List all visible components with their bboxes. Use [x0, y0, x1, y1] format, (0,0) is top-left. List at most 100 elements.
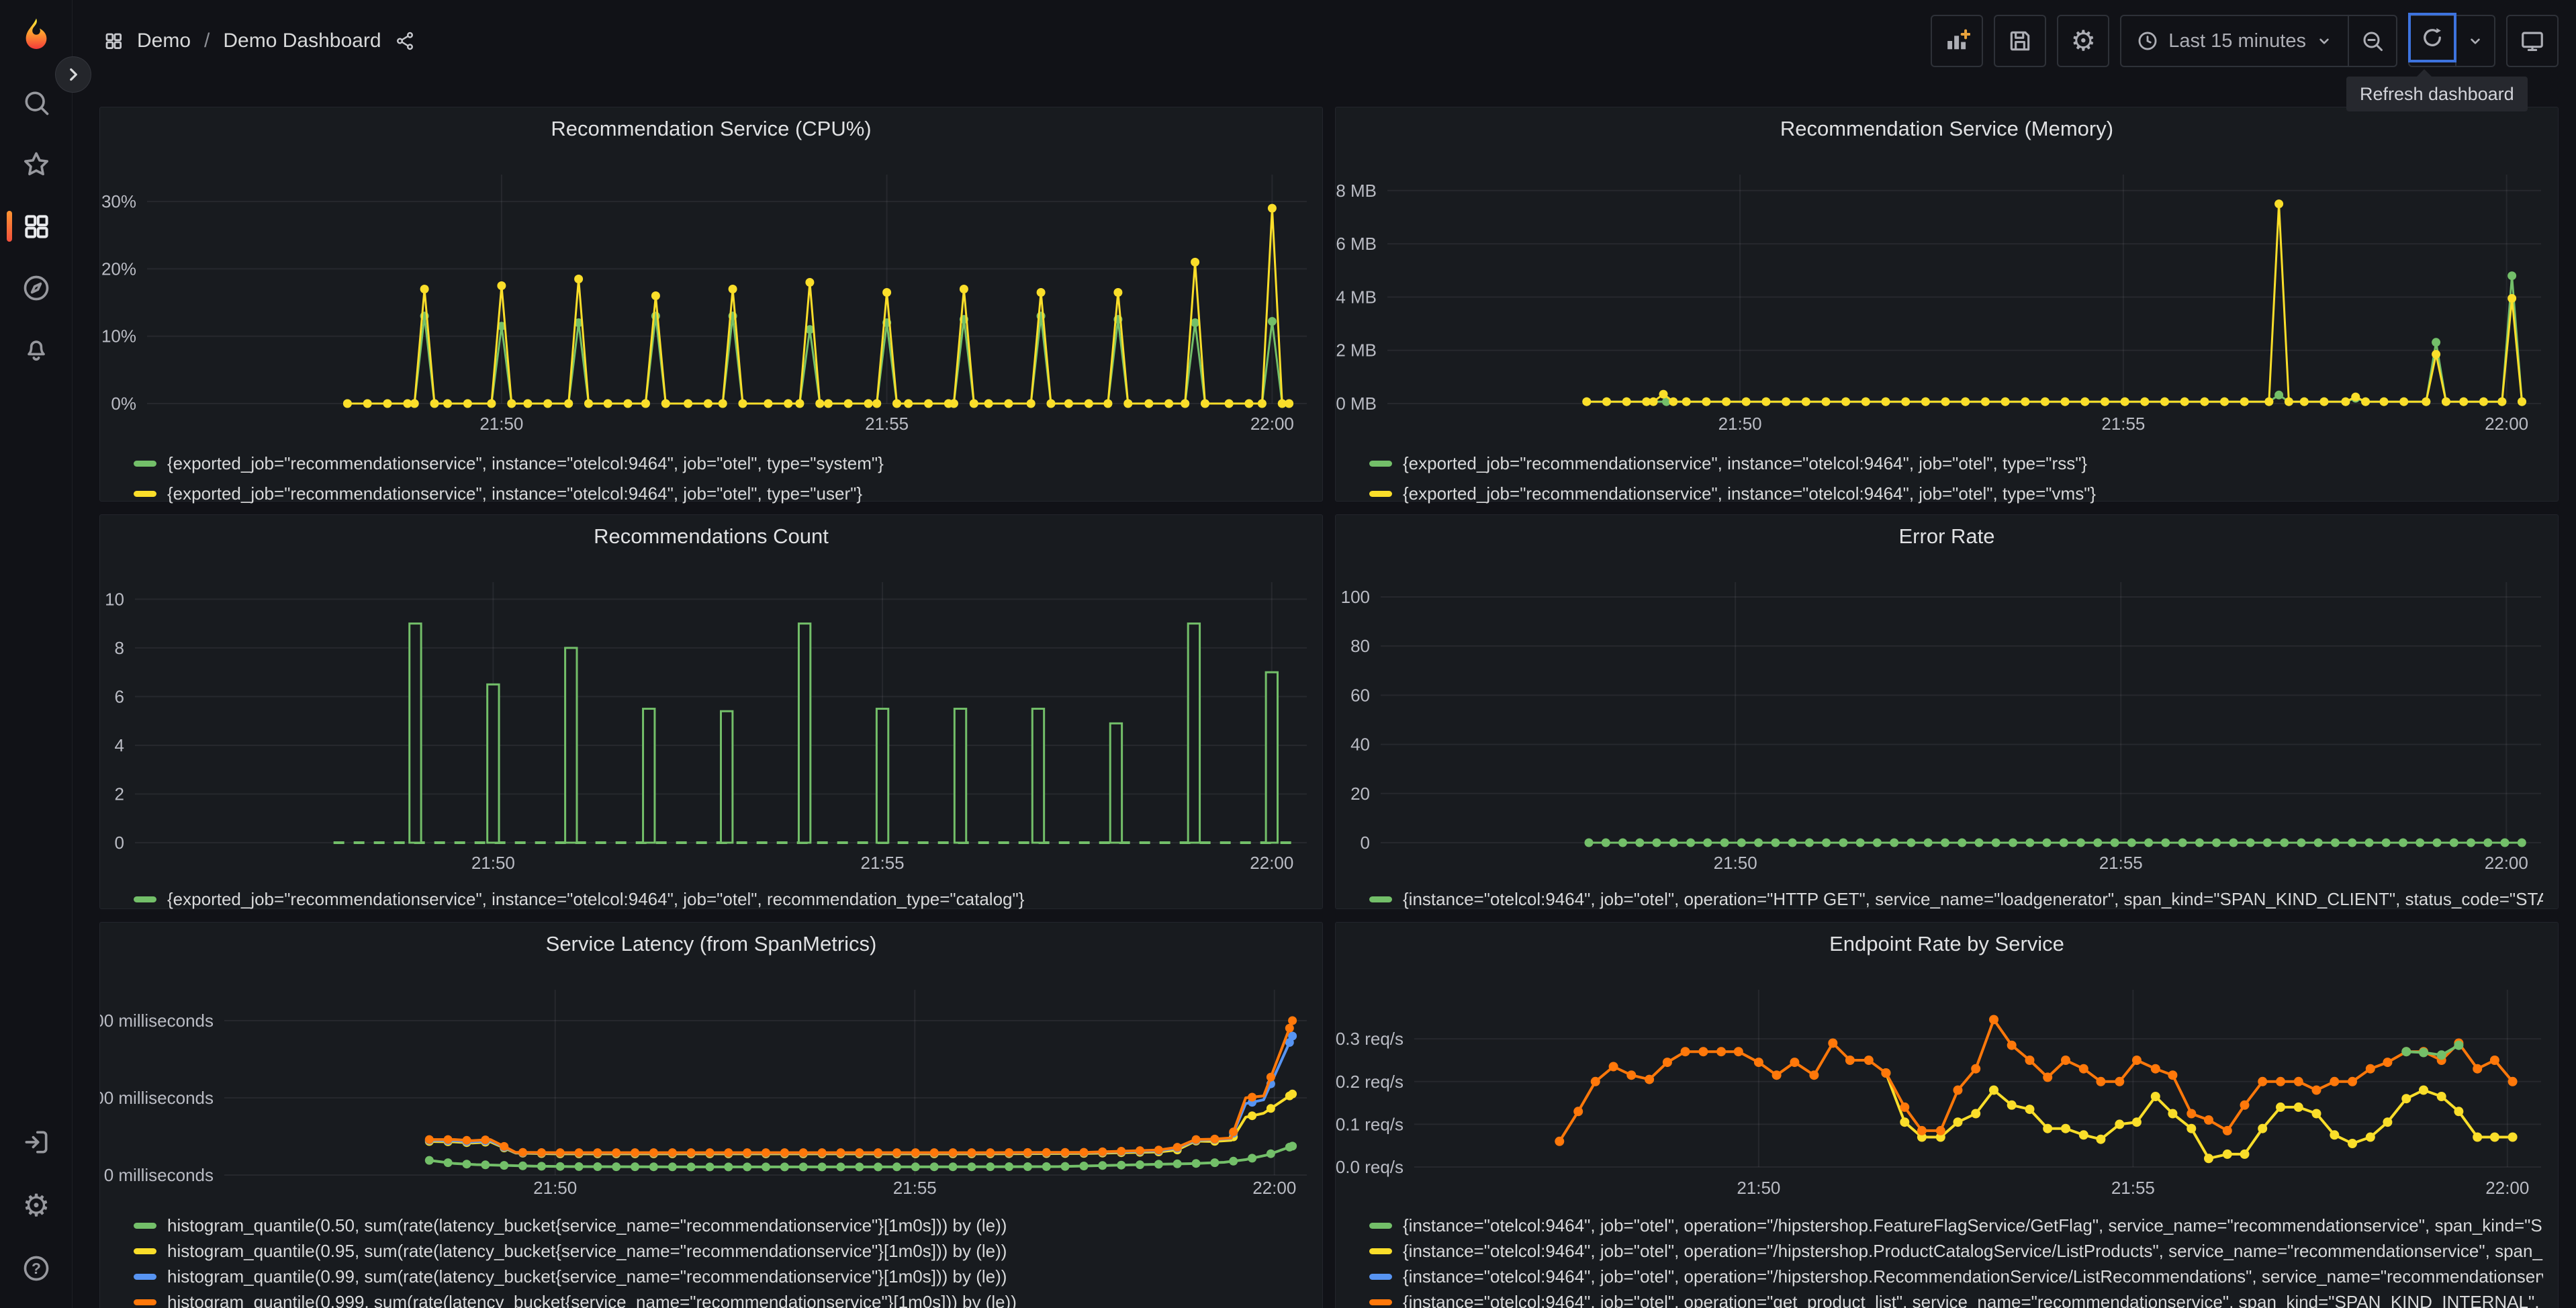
svg-text:60: 60	[1350, 685, 1370, 705]
dashboards-grid-icon	[105, 33, 122, 49]
svg-text:0.1 req/s: 0.1 req/s	[1336, 1114, 1404, 1134]
legend-item[interactable]: {exported_job="recommendationservice", i…	[134, 884, 1307, 915]
svg-text:21:50: 21:50	[1718, 414, 1762, 434]
legend-label: {instance="otelcol:9464", job="otel", op…	[1403, 1291, 2543, 1308]
grafana-logo-icon[interactable]	[19, 15, 54, 52]
legend-item[interactable]: histogram_quantile(0.999, sum(rate(laten…	[134, 1289, 1307, 1308]
legend-swatch	[1369, 896, 1392, 902]
sidebar-item-starred[interactable]	[21, 149, 52, 180]
tv-kiosk-mode-button[interactable]	[2506, 15, 2559, 67]
legend-item[interactable]: {instance="otelcol:9464", job="otel", op…	[1369, 1264, 2543, 1289]
svg-text:20%: 20%	[101, 259, 136, 279]
svg-text:2 MB: 2 MB	[1336, 340, 1377, 361]
legend-item[interactable]: {exported_job="recommendationservice", i…	[134, 479, 1307, 509]
legend-item[interactable]: {exported_job="recommendationservice", i…	[134, 449, 1307, 479]
legend-swatch	[1369, 1273, 1392, 1280]
star-icon	[24, 152, 48, 176]
breadcrumb-separator: /	[204, 30, 210, 52]
svg-text:22:00: 22:00	[1250, 853, 1293, 873]
legend-swatch	[1369, 461, 1392, 467]
sidebar-item-search[interactable]	[21, 87, 52, 118]
breadcrumb-page-title: Demo Dashboard	[223, 30, 381, 52]
breadcrumb-section[interactable]: Demo	[137, 30, 191, 52]
legend-label: {instance="otelcol:9464", job="otel", op…	[1403, 1240, 2543, 1261]
svg-text:21:50: 21:50	[1737, 1178, 1780, 1198]
dashboards-grid-icon	[25, 215, 48, 238]
legend-swatch	[1369, 1248, 1392, 1254]
svg-text:21:55: 21:55	[865, 414, 909, 434]
legend-item[interactable]: {instance="otelcol:9464", job="otel", op…	[1369, 1289, 2543, 1308]
panel-chart[interactable]: 0% 10% 20% 30% 21:50 21:55 22:00	[100, 107, 1324, 502]
legend-item[interactable]: {instance="otelcol:9464", job="otel", op…	[1369, 1238, 2543, 1264]
legend-item[interactable]: {instance="otelcol:9464", job="otel", op…	[1369, 1213, 2543, 1238]
svg-text:0%: 0%	[111, 393, 136, 414]
help-circle-icon: ?	[24, 1256, 49, 1281]
share-icon[interactable]	[395, 31, 415, 51]
sidebar-item-alerting[interactable]	[21, 334, 52, 365]
legend-item[interactable]: {exported_job="recommendationservice", i…	[1369, 479, 2543, 509]
legend-swatch	[134, 1222, 156, 1229]
svg-text:0 MB: 0 MB	[1336, 393, 1377, 414]
dashboard-settings-button[interactable]: ⚙	[2057, 15, 2110, 67]
svg-text:20: 20	[1350, 784, 1370, 804]
time-range-label: Last 15 minutes	[2168, 30, 2306, 52]
panel-chart[interactable]: 0 20 40 60 80 100 21:50 21:55 22:00	[1336, 515, 2559, 910]
svg-text:0: 0	[1361, 833, 1370, 853]
sidebar-bottom: ⚙ ?	[0, 1127, 73, 1284]
chart-grid	[1387, 175, 2541, 404]
panel-legend: histogram_quantile(0.50, sum(rate(latenc…	[134, 1213, 1307, 1308]
chart-series	[1555, 1015, 2518, 1146]
breadcrumb: Demo / Demo Dashboard	[103, 30, 415, 52]
sign-in-icon	[25, 1131, 48, 1154]
svg-text:6 MB: 6 MB	[1336, 234, 1377, 254]
chevron-down-icon	[2471, 38, 2480, 44]
gear-icon: ⚙	[22, 1188, 50, 1223]
refresh-dashboard-button[interactable]	[2408, 13, 2456, 62]
zoom-out-icon	[2363, 32, 2383, 51]
dashboard-panel: Endpoint Rate by Service 0.0 req/s 0.1 req…	[1335, 922, 2559, 1308]
chevron-down-icon	[2319, 38, 2329, 44]
sidebar-item-help[interactable]: ?	[21, 1253, 52, 1284]
legend-item[interactable]: histogram_quantile(0.95, sum(rate(latenc…	[134, 1238, 1307, 1264]
add-panel-button[interactable]	[1931, 15, 1984, 67]
sidebar-item-dashboards[interactable]	[7, 211, 52, 242]
legend-label: {instance="otelcol:9464", job="otel", op…	[1403, 889, 2543, 909]
chart-grid	[1381, 582, 2541, 843]
svg-text:21:55: 21:55	[861, 853, 905, 873]
svg-text:21:50: 21:50	[479, 414, 523, 434]
save-icon	[2011, 31, 2030, 51]
tooltip-text: Refresh dashboard	[2360, 83, 2514, 104]
legend-item[interactable]: histogram_quantile(0.99, sum(rate(latenc…	[134, 1264, 1307, 1289]
svg-text:10: 10	[105, 589, 124, 609]
svg-text:?: ?	[32, 1260, 41, 1277]
zoom-out-time-button[interactable]	[2348, 16, 2396, 66]
legend-label: histogram_quantile(0.50, sum(rate(latenc…	[167, 1215, 1007, 1235]
refresh-interval-dropdown[interactable]	[2455, 16, 2494, 66]
refresh-icon	[2424, 28, 2441, 46]
legend-item[interactable]: {instance="otelcol:9464", job="otel", op…	[1369, 884, 2543, 915]
save-dashboard-button[interactable]	[1994, 15, 2047, 67]
legend-label: histogram_quantile(0.999, sum(rate(laten…	[167, 1291, 1017, 1308]
legend-item[interactable]: histogram_quantile(0.50, sum(rate(latenc…	[134, 1213, 1307, 1238]
chart-series	[333, 622, 1295, 844]
legend-item[interactable]: {exported_job="recommendationservice", i…	[1369, 449, 2543, 479]
legend-swatch	[134, 1248, 156, 1254]
svg-text:22:00: 22:00	[2485, 853, 2528, 873]
panel-legend: {exported_job="recommendationservice", i…	[1369, 449, 2543, 509]
sidebar-expand-button[interactable]	[55, 56, 91, 93]
svg-text:100: 100	[1341, 587, 1370, 607]
sidebar-item-settings[interactable]: ⚙	[21, 1190, 52, 1221]
svg-text:80: 80	[1350, 636, 1370, 656]
svg-text:22:00: 22:00	[2485, 414, 2528, 434]
svg-text:8: 8	[115, 638, 124, 658]
sidebar-item-sign-in[interactable]	[21, 1127, 52, 1158]
sidebar-nav	[0, 87, 73, 365]
axis-labels: 0% 10% 20% 30% 21:50 21:55 22:00	[101, 191, 1294, 434]
search-icon	[25, 91, 49, 115]
panel-chart[interactable]: 0 2 4 6 8 10 21:50 21:55 22:00	[100, 515, 1324, 910]
svg-text:400 milliseconds: 400 milliseconds	[100, 1011, 214, 1031]
panel-chart[interactable]: 0 MB 2 MB 4 MB 6 MB 8 MB 21:50 21:55 22:00	[1336, 107, 2559, 502]
sidebar-item-explore[interactable]	[21, 273, 52, 303]
time-range-picker[interactable]: Last 15 minutes	[2121, 16, 2348, 66]
dashboard-panel: Service Latency (from SpanMetrics) 0 mill…	[99, 922, 1323, 1308]
